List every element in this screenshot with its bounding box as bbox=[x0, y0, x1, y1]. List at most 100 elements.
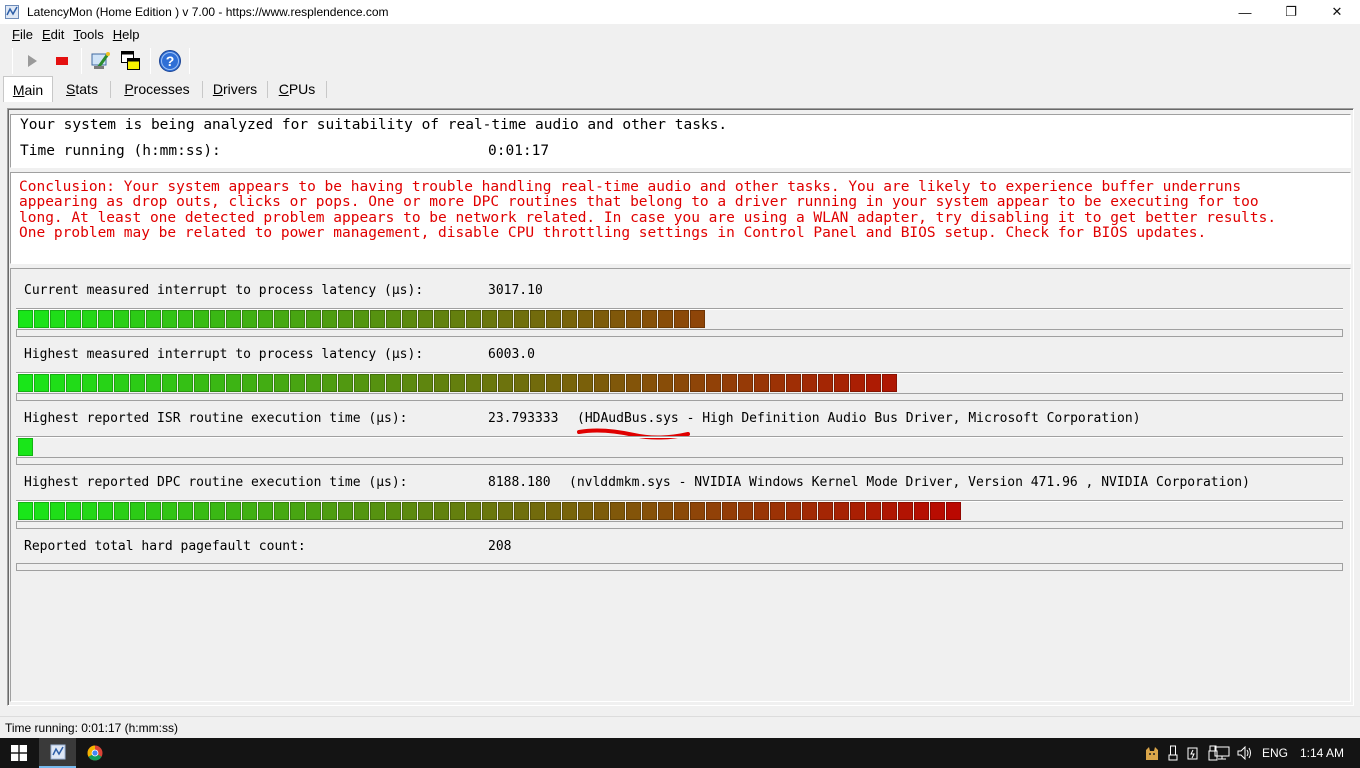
meter-segment bbox=[786, 502, 801, 520]
start-monitor-button[interactable] bbox=[17, 47, 47, 75]
tab-cpus[interactable]: C PUs bbox=[269, 77, 325, 101]
tray-language[interactable]: ENG bbox=[1258, 738, 1292, 768]
meter-segment bbox=[850, 374, 865, 392]
menu-help[interactable]: Help bbox=[113, 27, 140, 42]
close-button[interactable]: ✕ bbox=[1314, 0, 1360, 24]
tab-main[interactable]: Main bbox=[3, 76, 53, 102]
chrome-taskbar-icon bbox=[87, 745, 102, 761]
meter-segment bbox=[114, 502, 129, 520]
tab-drivers[interactable]: Drivers bbox=[204, 77, 266, 101]
meter-segment bbox=[770, 374, 785, 392]
minimize-button[interactable]: — bbox=[1222, 0, 1268, 24]
meter-segment bbox=[290, 502, 305, 520]
meter-segment bbox=[258, 502, 273, 520]
stop-icon bbox=[56, 57, 68, 65]
taskbar-chrome[interactable] bbox=[76, 738, 113, 768]
restore-button[interactable]: ❐ bbox=[1268, 0, 1314, 24]
meter-segment bbox=[466, 502, 481, 520]
meter-segment bbox=[434, 310, 449, 328]
highest-latency-label: Highest measured interrupt to process la… bbox=[24, 347, 424, 362]
meter-segment bbox=[754, 502, 769, 520]
meter-segment bbox=[402, 374, 417, 392]
meter-segment bbox=[562, 374, 577, 392]
meter-segment bbox=[18, 374, 33, 392]
meter-segment bbox=[82, 502, 97, 520]
highest-dpc-driver-detail: (nvlddmkm.sys - NVIDIA Windows Kernel Mo… bbox=[569, 475, 1250, 490]
highest-isr-meter bbox=[16, 436, 1343, 466]
meter-segment bbox=[594, 374, 609, 392]
windows-button[interactable] bbox=[116, 47, 146, 75]
meter-segment bbox=[610, 374, 625, 392]
stop-monitor-button[interactable] bbox=[47, 47, 77, 75]
menu-tools[interactable]: Tools bbox=[73, 27, 103, 42]
meter-segment bbox=[738, 502, 753, 520]
meter-segment bbox=[306, 502, 321, 520]
meter-segment bbox=[610, 502, 625, 520]
meter-segment bbox=[530, 310, 545, 328]
meter-segment bbox=[354, 374, 369, 392]
meter-segment bbox=[706, 374, 721, 392]
meter-segment bbox=[674, 502, 689, 520]
meter-segment bbox=[546, 502, 561, 520]
windows-logo-icon bbox=[11, 745, 27, 761]
meter-segment bbox=[626, 310, 641, 328]
meter-segment bbox=[130, 310, 145, 328]
help-button[interactable]: ? bbox=[155, 47, 185, 75]
meter-segment bbox=[578, 310, 593, 328]
meter-segment bbox=[66, 310, 81, 328]
meter-segment bbox=[482, 374, 497, 392]
meter-segment bbox=[834, 374, 849, 392]
toolbar-separator bbox=[150, 48, 151, 74]
start-button[interactable] bbox=[0, 738, 38, 768]
meter-segment bbox=[594, 310, 609, 328]
meter-segment bbox=[786, 374, 801, 392]
meter-segment bbox=[386, 502, 401, 520]
tray-usb-icon[interactable] bbox=[1166, 738, 1180, 768]
meter-segment bbox=[162, 374, 177, 392]
tray-battery-icon[interactable] bbox=[1186, 738, 1202, 768]
conclusion-text: Conclusion: Your system appears to be ha… bbox=[19, 179, 1277, 241]
meter-segment bbox=[210, 310, 225, 328]
meter-segment bbox=[98, 502, 113, 520]
meter-segment bbox=[50, 502, 65, 520]
tab-separator bbox=[202, 81, 203, 98]
tray-clock[interactable]: 1:14 AM bbox=[1296, 738, 1348, 768]
window-title: LatencyMon (Home Edition ) v 7.00 - http… bbox=[27, 5, 389, 19]
tray-network-icon[interactable] bbox=[1213, 738, 1231, 768]
meter-segment bbox=[130, 374, 145, 392]
meter-segment bbox=[482, 502, 497, 520]
menu-file[interactable]: File bbox=[12, 27, 33, 42]
meter-segment bbox=[274, 310, 289, 328]
title-bar: LatencyMon (Home Edition ) v 7.00 - http… bbox=[0, 0, 1360, 24]
meter-segment bbox=[914, 502, 929, 520]
meter-segment bbox=[354, 310, 369, 328]
tab-processes[interactable]: Processes bbox=[112, 77, 202, 101]
meter-segment bbox=[658, 502, 673, 520]
taskbar-latencymon[interactable] bbox=[39, 738, 76, 768]
meter-segment bbox=[562, 310, 577, 328]
tab-separator bbox=[110, 81, 111, 98]
meter-segment bbox=[34, 310, 49, 328]
meter-segment bbox=[610, 310, 625, 328]
meter-segment bbox=[178, 310, 193, 328]
meter-segment bbox=[578, 502, 593, 520]
meter-segment bbox=[338, 502, 353, 520]
help-icon: ? bbox=[159, 50, 181, 72]
tray-cat-icon[interactable] bbox=[1143, 738, 1161, 768]
status-bar: Time running: 0:01:17 (h:mm:ss) bbox=[0, 716, 1360, 738]
menu-edit[interactable]: Edit bbox=[42, 27, 64, 42]
meter-segment bbox=[466, 374, 481, 392]
meter-segment bbox=[418, 502, 433, 520]
meter-segment bbox=[194, 374, 209, 392]
help-glyph: ? bbox=[166, 53, 175, 69]
tab-separator bbox=[267, 81, 268, 98]
meter-segment bbox=[466, 310, 481, 328]
minimize-icon: — bbox=[1238, 4, 1252, 20]
tab-separator bbox=[326, 81, 327, 98]
meter-segment bbox=[642, 310, 657, 328]
tab-stats[interactable]: Stats bbox=[56, 77, 108, 101]
tray-volume-icon[interactable] bbox=[1236, 738, 1254, 768]
meter-segment bbox=[722, 374, 737, 392]
wizard-button[interactable] bbox=[86, 47, 116, 75]
close-icon: ✕ bbox=[1331, 4, 1343, 19]
